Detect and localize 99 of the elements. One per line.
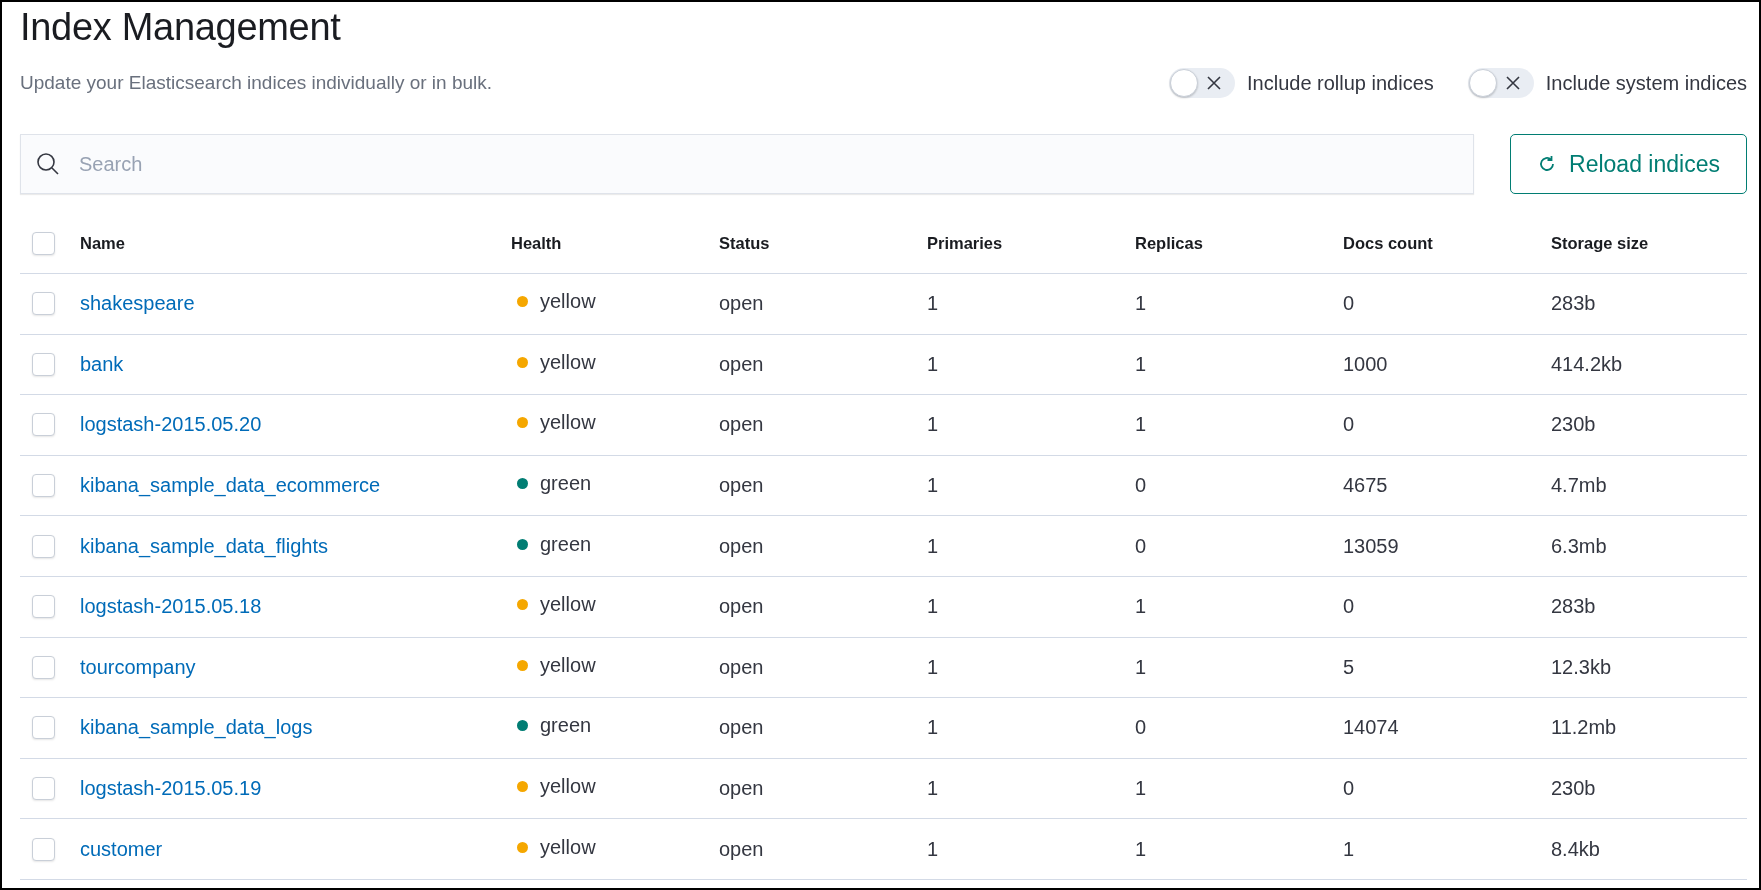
table-cell-text: 1 — [927, 716, 940, 740]
column-header[interactable]: Storage size — [1551, 234, 1747, 253]
table-cell-text: open — [719, 777, 765, 801]
table-cell-text: 1 — [1135, 352, 1148, 376]
table-cell-text: 1 — [927, 474, 940, 498]
table-cell-text: open — [719, 655, 765, 679]
index-link[interactable]: tourcompany — [80, 655, 196, 679]
table-cell-text: 0 — [1343, 413, 1356, 437]
table-cell-text: 1 — [927, 655, 940, 679]
table-cell-text: 1 — [927, 352, 940, 376]
toggle-label: Include rollup indices — [1247, 71, 1434, 95]
health-text: green — [540, 532, 592, 556]
close-icon — [1505, 76, 1520, 90]
checkbox[interactable] — [32, 232, 55, 255]
table-cell-text: open — [719, 837, 765, 861]
checkbox[interactable] — [32, 837, 55, 861]
health-text: yellow — [540, 653, 596, 677]
table-cell-text: 230b — [1551, 413, 1597, 437]
checkbox[interactable] — [32, 595, 55, 619]
close-icon — [1207, 76, 1221, 90]
table-cell-text: open — [719, 292, 765, 316]
index-link[interactable]: kibana_sample_data_flights — [80, 534, 328, 558]
index-link[interactable]: logstash-2015.05.20 — [80, 413, 262, 437]
table-cell-text: 414.2kb — [1551, 352, 1624, 376]
column-header[interactable]: Primaries — [927, 234, 1135, 253]
health-text: yellow — [540, 593, 596, 617]
table-cell-text: 0 — [1343, 595, 1356, 619]
table-cell-text: 1 — [927, 534, 940, 558]
checkbox[interactable] — [32, 474, 55, 498]
health-text: yellow — [540, 775, 596, 799]
table-cell-text: 0 — [1343, 777, 1356, 801]
table-cell-text: 12.3kb — [1551, 655, 1613, 679]
table-cell-text: 1 — [1135, 413, 1148, 437]
table-cell-text: open — [719, 352, 765, 376]
index-link[interactable]: logstash-2015.05.19 — [80, 777, 262, 801]
column-header[interactable]: Status — [719, 234, 927, 253]
table-cell-text: open — [719, 413, 765, 437]
toggle-switch[interactable] — [1169, 68, 1235, 98]
index-link[interactable]: kibana_sample_data_logs — [80, 716, 313, 740]
checkbox[interactable] — [32, 413, 55, 437]
checkbox[interactable] — [32, 352, 55, 376]
table-cell-text: 1 — [927, 292, 940, 316]
table-cell-text: 0 — [1135, 716, 1148, 740]
checkbox[interactable] — [32, 716, 55, 740]
table-cell-text: 1 — [1135, 655, 1148, 679]
table-cell-text: 1 — [1135, 595, 1148, 619]
table-cell-text: 1 — [927, 413, 940, 437]
table-cell-text: 0 — [1135, 474, 1148, 498]
table-cell-text: 6.3mb — [1551, 534, 1608, 558]
index-link[interactable]: shakespeare — [80, 292, 195, 316]
column-header[interactable]: Health — [511, 234, 719, 253]
table-cell-text: 0 — [1343, 292, 1356, 316]
column-header[interactable]: Docs count — [1343, 234, 1551, 253]
search-icon — [36, 152, 60, 176]
health-text: green — [540, 472, 592, 496]
toggle-label: Include system indices — [1545, 71, 1747, 95]
table-cell-text: 230b — [1551, 777, 1597, 801]
index-link[interactable]: logstash-2015.05.18 — [80, 595, 262, 619]
page-description: Update your Elasticsearch indices individually or in bulk. — [20, 72, 493, 94]
index-link[interactable]: bank — [80, 352, 124, 376]
reload-button[interactable]: Reload indices — [1510, 134, 1747, 194]
table-cell-text: 5 — [1343, 655, 1356, 679]
checkbox[interactable] — [32, 292, 55, 316]
table-cell-text: 1 — [1135, 777, 1148, 801]
table-cell-text: 11.2mb — [1551, 716, 1618, 740]
checkbox[interactable] — [32, 655, 55, 679]
table-cell-text: 0 — [1135, 534, 1148, 558]
checkbox[interactable] — [32, 534, 55, 558]
health-text: yellow — [540, 290, 596, 314]
table-cell-text: open — [719, 534, 765, 558]
column-header[interactable]: Replicas — [1135, 234, 1343, 253]
table-cell-text: 4675 — [1343, 474, 1389, 498]
table-cell-text: open — [719, 716, 765, 740]
table-cell-text: 1 — [1135, 292, 1148, 316]
table-cell-text: 1 — [927, 595, 940, 619]
toggle-switch[interactable] — [1467, 68, 1534, 98]
table-cell-text: 1 — [927, 837, 940, 861]
table-cell-text: 283b — [1551, 292, 1597, 316]
health-text: yellow — [540, 835, 596, 859]
table-cell-text: 283b — [1551, 595, 1597, 619]
health-text: yellow — [540, 411, 596, 435]
table-cell-text: 1000 — [1343, 352, 1389, 376]
table-cell-text: 1 — [927, 777, 940, 801]
table-cell-text: 1 — [1343, 837, 1356, 861]
health-text: green — [540, 714, 592, 738]
page-title: Index Management — [20, 5, 342, 50]
table-cell-text: 14074 — [1343, 716, 1400, 740]
table-cell-text: open — [719, 595, 765, 619]
index-link[interactable]: customer — [80, 837, 163, 861]
table-cell-text: 4.7mb — [1551, 474, 1608, 498]
column-header[interactable]: Name — [80, 234, 511, 253]
table-cell-text: 13059 — [1343, 534, 1400, 558]
table-cell-text: 1 — [1135, 837, 1148, 861]
table-cell-text: 8.4kb — [1551, 837, 1601, 861]
search-field[interactable]: Search — [20, 134, 1474, 194]
index-link[interactable]: kibana_sample_data_ecommerce — [80, 474, 381, 498]
table-cell-text: open — [719, 474, 765, 498]
health-text: yellow — [540, 350, 596, 374]
checkbox[interactable] — [32, 777, 55, 801]
